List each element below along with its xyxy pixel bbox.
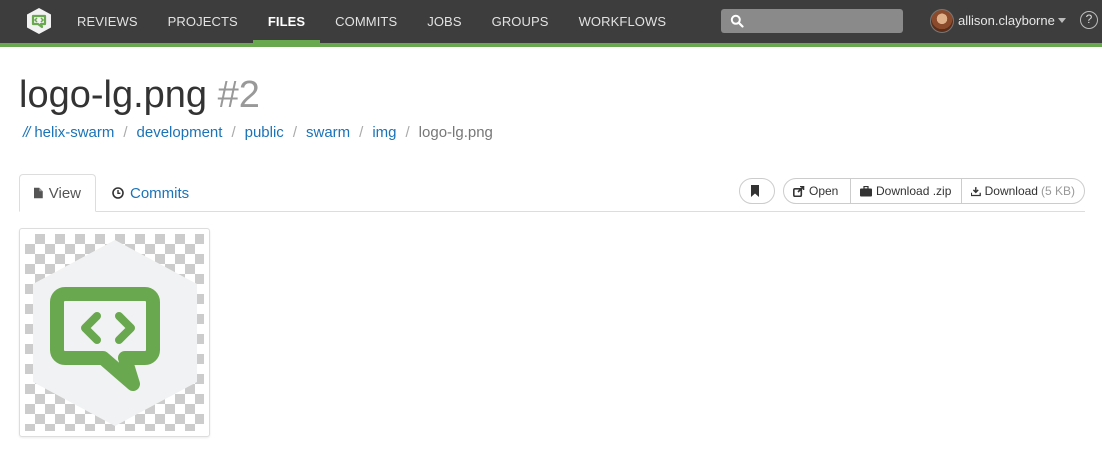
breadcrumb-separator: /	[231, 124, 236, 141]
external-link-icon	[793, 185, 805, 197]
image-preview[interactable]	[19, 228, 210, 437]
breadcrumb-item[interactable]: public	[245, 124, 284, 141]
user-menu-name[interactable]: allison.clayborne	[958, 13, 1055, 28]
breadcrumb-item[interactable]: helix-swarm	[34, 124, 114, 141]
tab-view[interactable]: View	[19, 174, 96, 212]
download-icon	[971, 186, 981, 196]
tab-commits[interactable]: Commits	[98, 174, 203, 212]
open-button[interactable]: Open	[783, 178, 851, 204]
breadcrumb-separator: /	[123, 124, 128, 141]
bookmark-button[interactable]	[739, 178, 775, 204]
nav-projects[interactable]: PROJECTS	[153, 0, 253, 43]
breadcrumb-separator: /	[292, 124, 297, 141]
bookmark-icon	[751, 185, 759, 197]
chevron-down-icon[interactable]	[1058, 18, 1066, 23]
search-input[interactable]	[747, 9, 897, 33]
swarm-logo-icon[interactable]	[26, 7, 52, 35]
tab-commits-label: Commits	[130, 184, 190, 202]
page-title: logo-lg.png #2	[19, 74, 260, 116]
nav-files[interactable]: FILES	[252, 0, 321, 44]
file-icon	[34, 187, 43, 199]
navbar-accent-line	[0, 43, 1102, 47]
nav-groups[interactable]: GROUPS	[477, 0, 564, 43]
transparency-checkerboard	[25, 234, 204, 431]
nav-workflows[interactable]: WORKFLOWS	[564, 0, 682, 43]
download-zip-button[interactable]: Download .zip	[850, 178, 962, 204]
breadcrumb-item[interactable]: img	[372, 124, 396, 141]
breadcrumb-separator: /	[359, 124, 364, 141]
breadcrumb-root[interactable]: //	[23, 124, 30, 141]
file-name: logo-lg.png	[19, 74, 208, 116]
search-box[interactable]	[721, 9, 903, 33]
download-button[interactable]: Download (5 KB)	[961, 178, 1085, 204]
avatar[interactable]	[930, 9, 954, 33]
file-size: (5 KB)	[1040, 184, 1075, 198]
download-zip-label: Download .zip	[876, 184, 952, 198]
search-icon	[730, 14, 744, 28]
nav-commits[interactable]: COMMITS	[320, 0, 412, 43]
briefcase-icon	[860, 185, 872, 196]
top-navbar: REVIEWS PROJECTS FILES COMMITS JOBS GROU…	[0, 0, 1102, 44]
clock-icon	[112, 187, 124, 199]
breadcrumb-current: logo-lg.png	[418, 124, 493, 141]
main-nav: REVIEWS PROJECTS FILES COMMITS JOBS GROU…	[62, 0, 682, 44]
nav-jobs[interactable]: JOBS	[412, 0, 476, 43]
help-icon[interactable]: ?	[1080, 11, 1098, 29]
open-label: Open	[809, 184, 839, 198]
swarm-logo-image	[33, 240, 197, 426]
breadcrumb-separator: /	[405, 124, 410, 141]
nav-reviews[interactable]: REVIEWS	[62, 0, 153, 43]
tab-view-label: View	[48, 184, 81, 202]
breadcrumb: // helix-swarm / development / public / …	[23, 124, 493, 141]
breadcrumb-item[interactable]: development	[137, 124, 223, 141]
breadcrumb-item[interactable]: swarm	[306, 124, 350, 141]
download-label: Download	[984, 184, 1038, 198]
revision-number[interactable]: #2	[218, 74, 260, 116]
